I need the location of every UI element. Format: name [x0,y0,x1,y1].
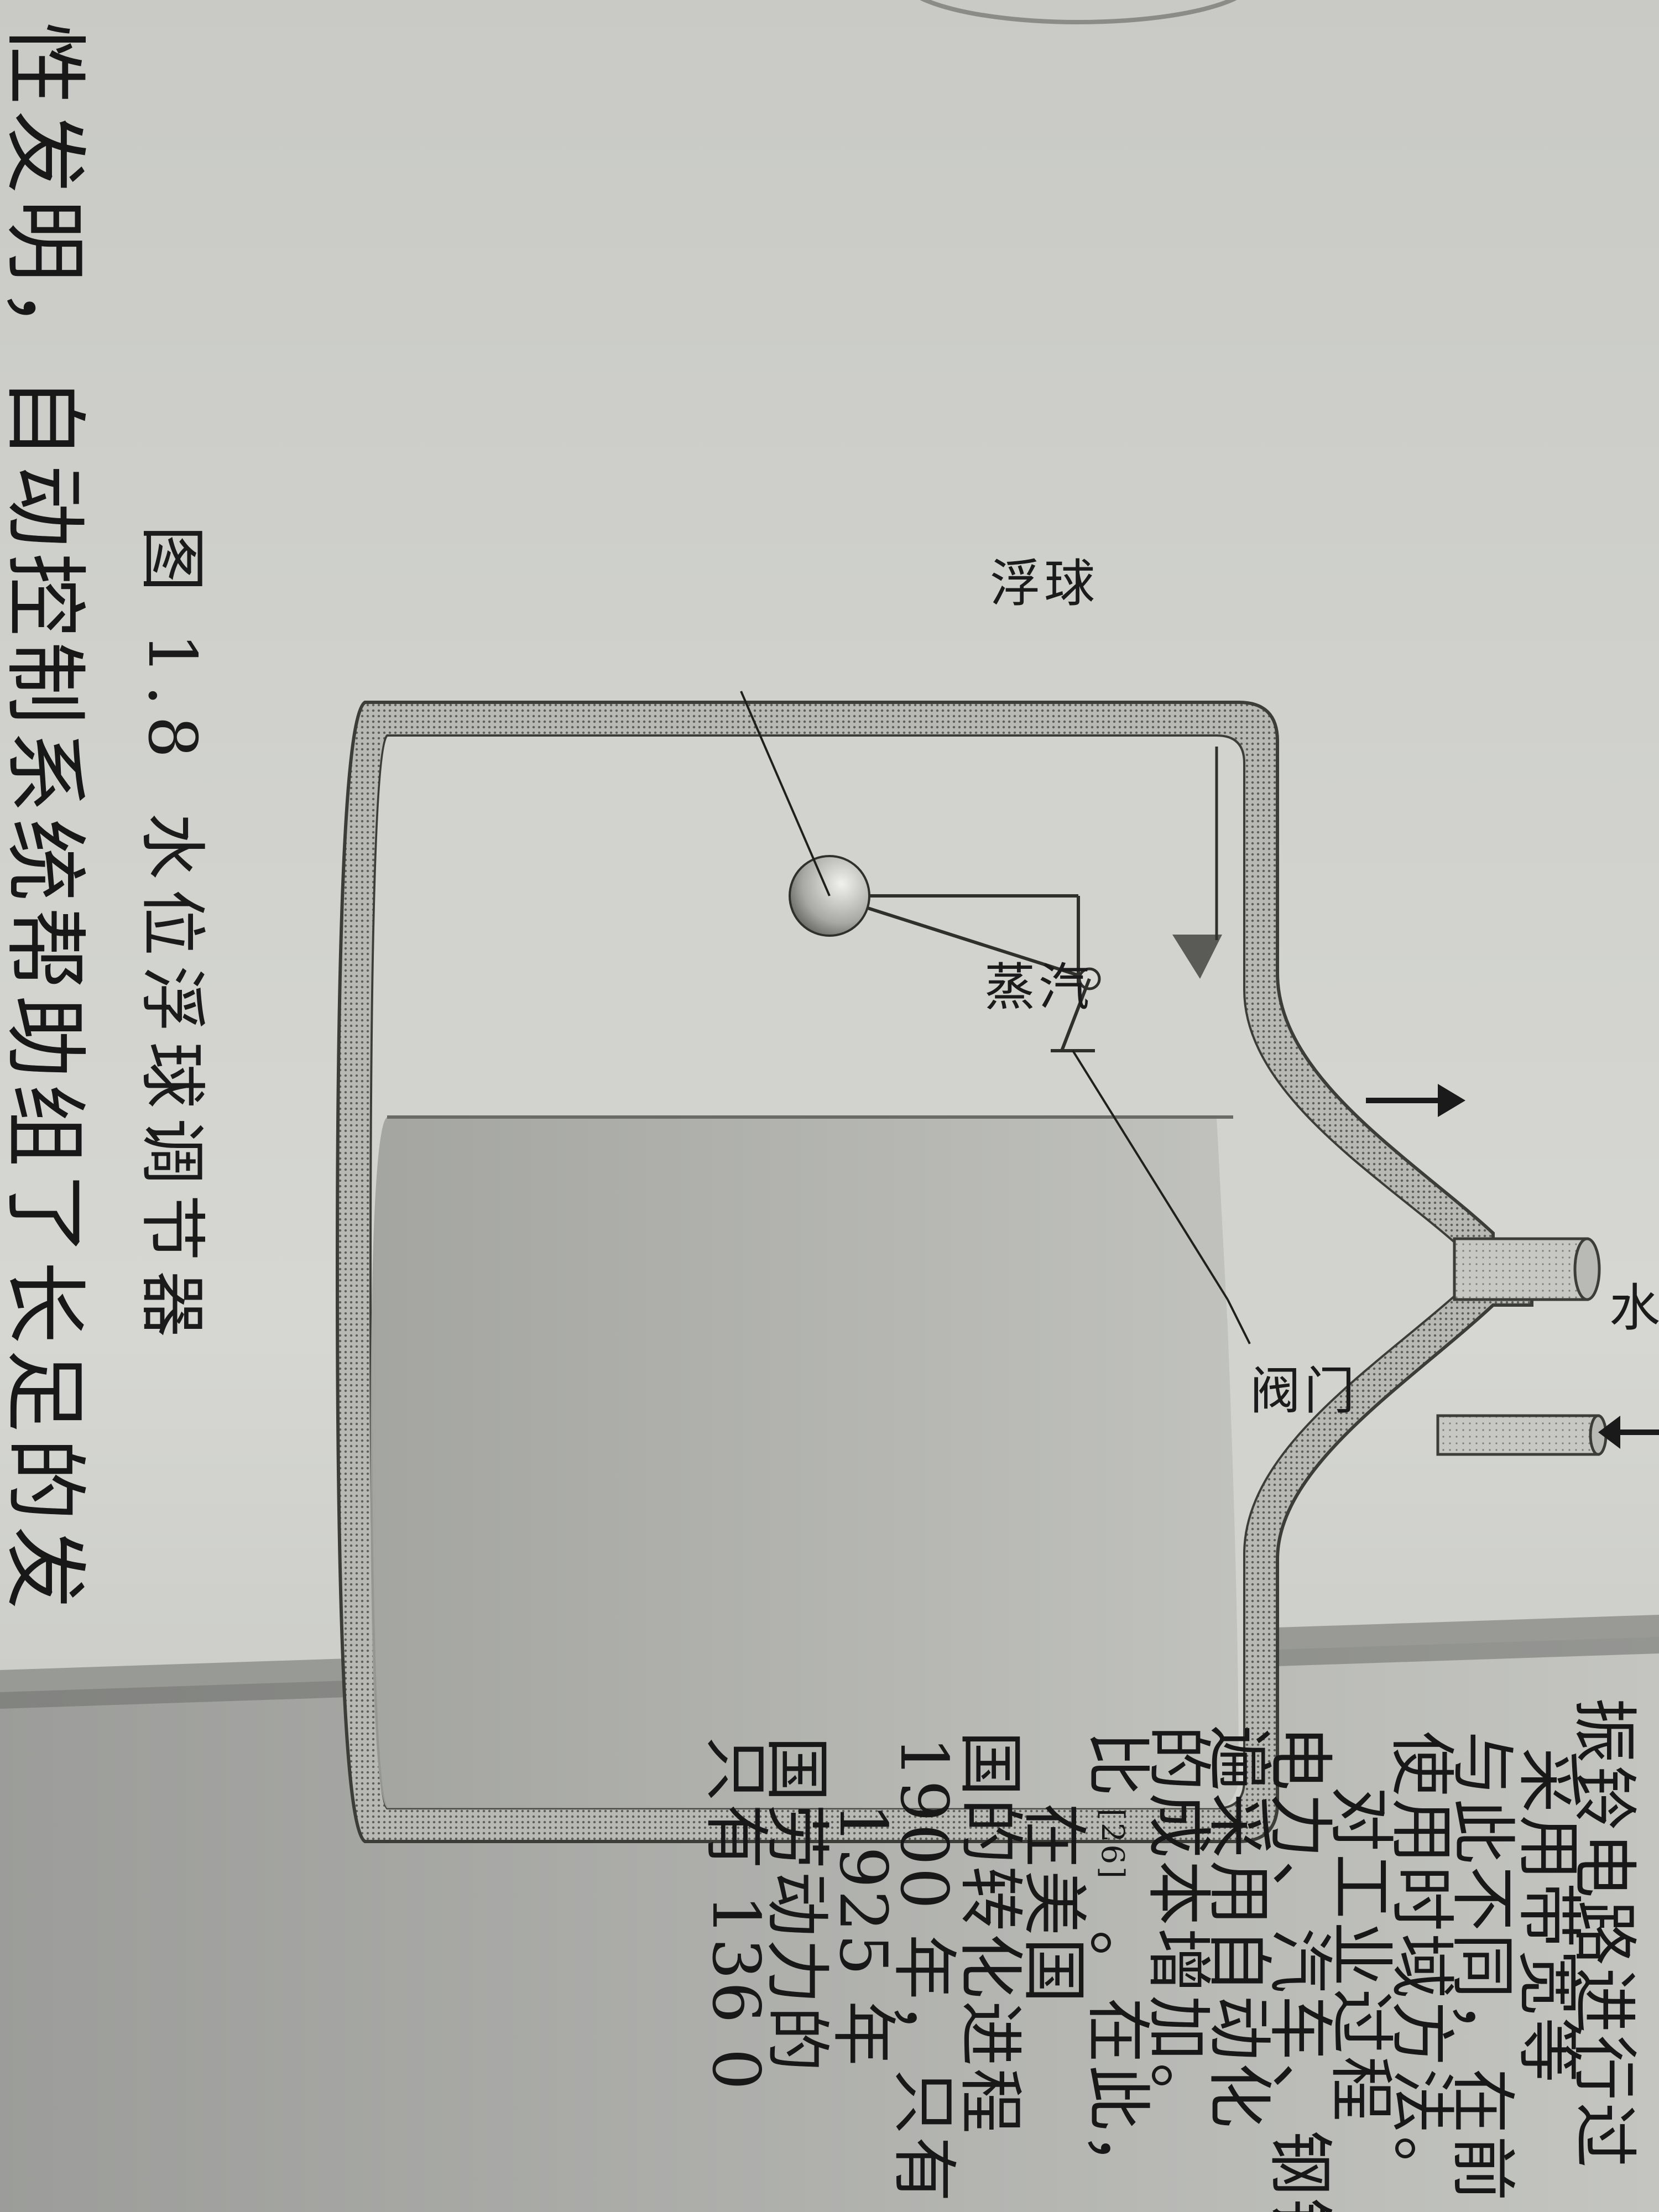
right-page-line: 采用带宽等 [1511,1747,1587,2085]
photo-frame: 性发明，自动控制系统帮助组了长足的发 图 1.8 水位浮球调节器 浮球 蒸汽 水… [0,0,1659,2212]
right-page-line: 只有 136 0 [698,1736,774,2093]
right-page-line: 。在此， [1079,1930,1156,2200]
citation-marker: [26] [1094,1808,1130,1881]
right-page-line: 在美国 [1016,1803,1092,2006]
right-page-text: 振铃电路进行过 采用带宽等 与此不同，在前 使用时域方法。 对工业过程 电力、汽车、钢铁遍… [0,0,1659,2212]
right-page-line: 国的转化进程 [952,1731,1029,2136]
right-page-line: 比 [1079,1731,1156,1799]
right-page-line: 1925 年 [825,1803,901,2068]
